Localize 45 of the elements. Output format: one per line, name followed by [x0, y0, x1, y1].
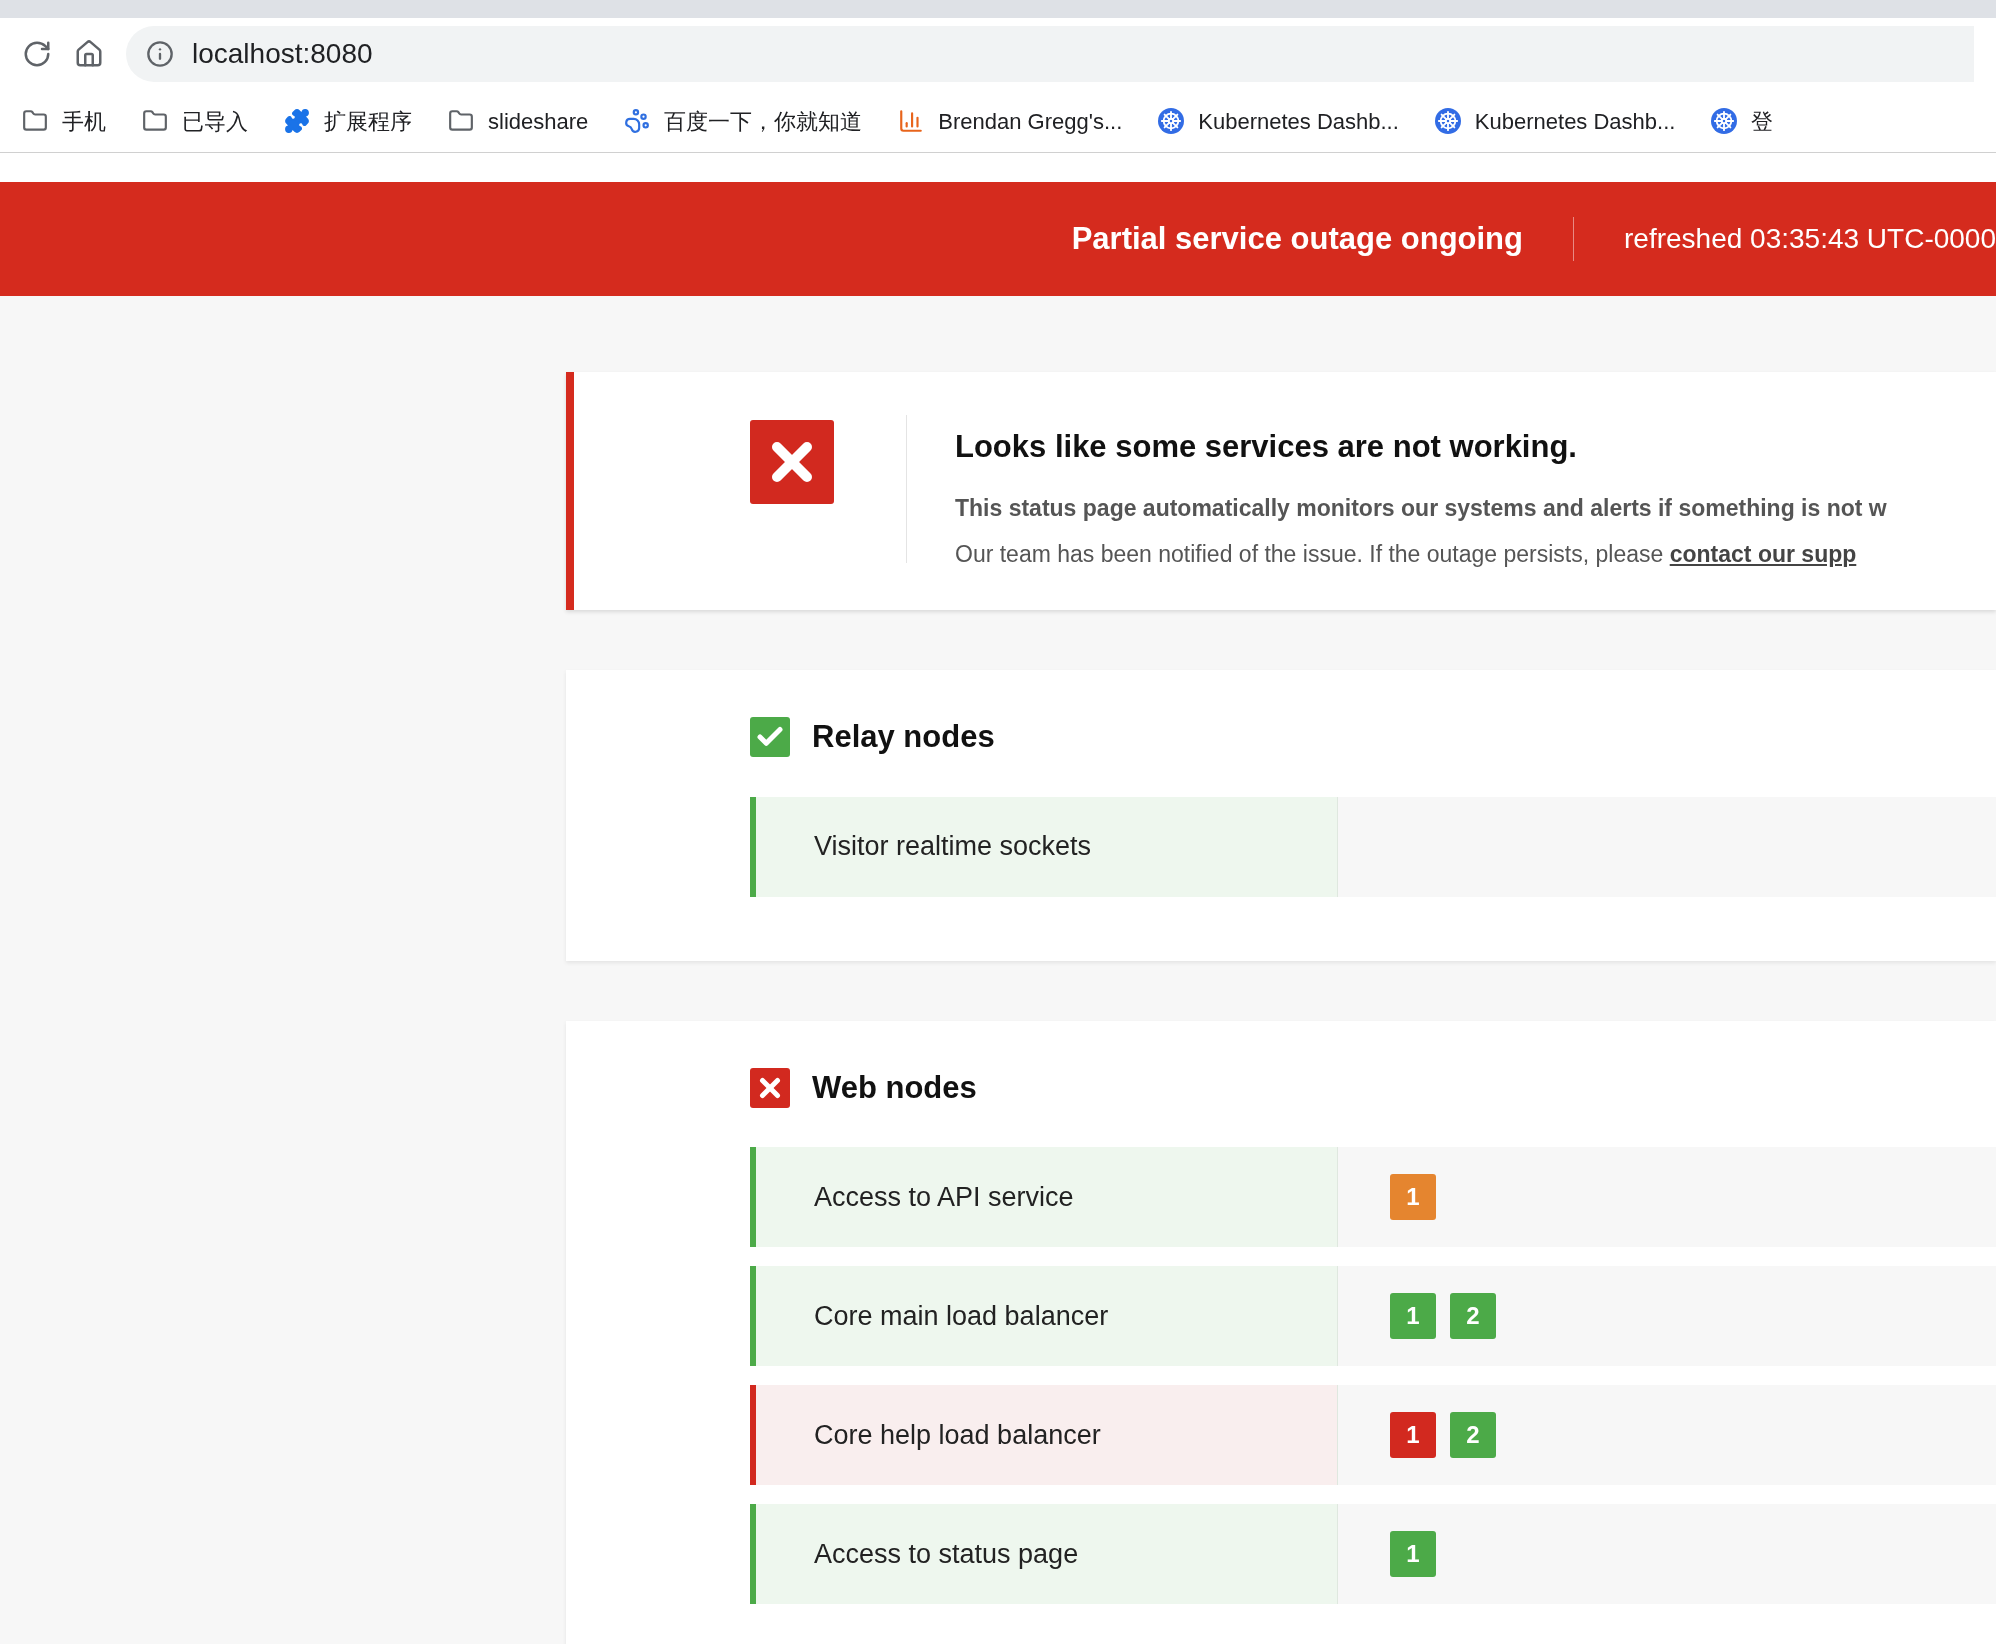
group-title: Web nodes	[812, 1068, 977, 1107]
node-badge: 2	[1450, 1412, 1496, 1458]
home-icon[interactable]	[74, 39, 104, 69]
group-title: Relay nodes	[812, 718, 995, 756]
bar-chart-icon	[898, 108, 925, 134]
banner-status: Partial service outage ongoing	[1071, 219, 1523, 258]
service-name: Core help load balancer	[750, 1385, 1338, 1485]
bookmark[interactable]: Kubernetes Dashb...	[1158, 104, 1399, 138]
address-text: localhost:8080	[192, 37, 373, 71]
alert-text: Our team has been notified of the issue. If the outage persists, please contact our supp	[955, 540, 1858, 569]
bookmark[interactable]: 百度一下，你就知道	[624, 104, 863, 138]
ship-wheel-icon	[1434, 108, 1461, 134]
refreshed-time: refreshed 03:35:43 UTC-0000	[1624, 222, 1996, 256]
bookmark[interactable]: 扩展程序	[284, 104, 412, 138]
service-name: Access to status page	[750, 1504, 1338, 1604]
bookmark[interactable]: 登	[1711, 104, 1774, 138]
ship-wheel-icon	[1158, 108, 1185, 134]
alert-text: This status page automatically monitors our systems and alerts if something is not w	[955, 493, 1887, 523]
node-badge: 1	[1390, 1531, 1436, 1577]
folder-icon	[142, 108, 168, 134]
bookmark[interactable]: slideshare	[448, 104, 589, 138]
service-name: Visitor realtime sockets	[750, 796, 1338, 897]
info-icon[interactable]	[146, 40, 174, 68]
support-link[interactable]: contact our supp	[1669, 541, 1857, 567]
folder-icon	[22, 108, 48, 134]
node-badge: 2	[1450, 1293, 1496, 1339]
folder-icon	[448, 108, 474, 134]
bookmark[interactable]: Brendan Gregg's...	[898, 104, 1123, 138]
bookmark[interactable]: Kubernetes Dashb...	[1434, 104, 1676, 138]
node-badge: 1	[1390, 1412, 1436, 1458]
node-badge: 1	[1390, 1174, 1436, 1220]
check-icon	[750, 717, 790, 758]
paw-icon	[624, 108, 651, 134]
node-badge: 1	[1390, 1293, 1436, 1339]
address-bar[interactable]: localhost:8080	[126, 26, 1974, 82]
cross-icon	[750, 1067, 790, 1108]
service-name: Core main load balancer	[750, 1266, 1338, 1366]
cross-icon	[750, 420, 834, 504]
alert-title: Looks like some services are not working.	[955, 428, 1578, 466]
service-name: Access to API service	[750, 1147, 1338, 1247]
reload-icon[interactable]	[22, 39, 52, 69]
ship-wheel-icon	[1711, 108, 1738, 134]
puzzle-icon	[284, 108, 310, 134]
bookmark[interactable]: 手机	[22, 104, 106, 138]
bookmark[interactable]: 已导入	[142, 104, 248, 138]
